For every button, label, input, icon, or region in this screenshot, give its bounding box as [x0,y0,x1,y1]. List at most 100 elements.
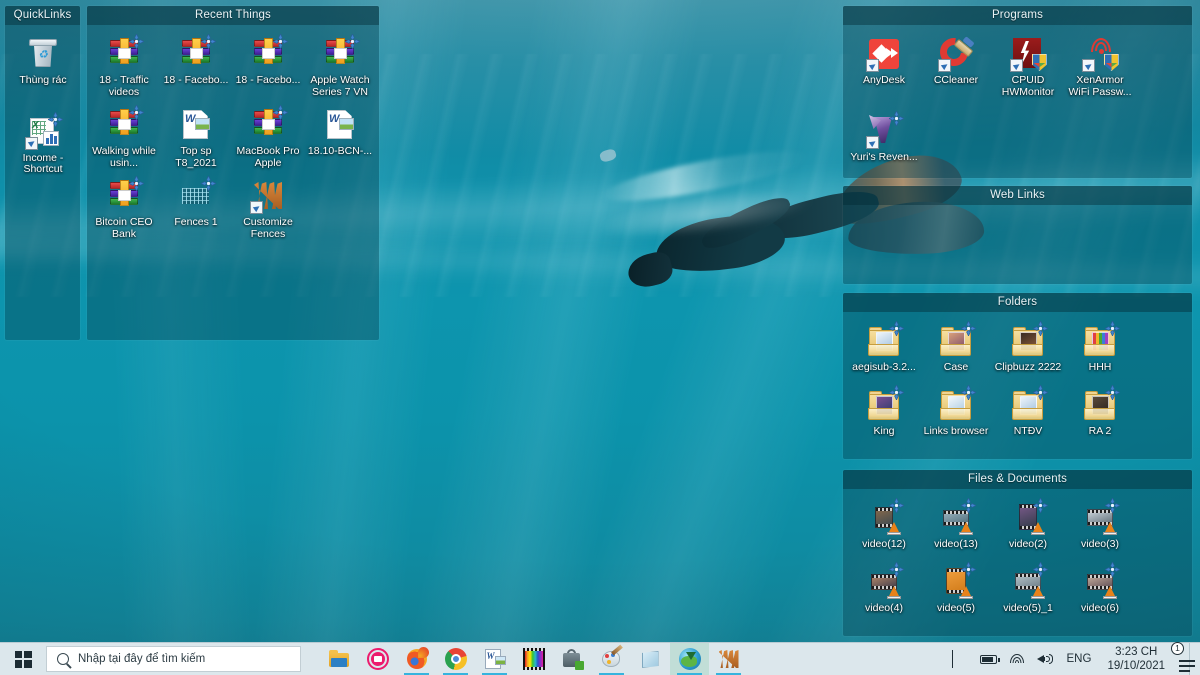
system-tray[interactable]: ENG 3:23 CH 19/10/2021 1 [946,642,1200,675]
tray-overflow-button[interactable] [946,643,974,675]
excel-shortcut-icon: X [25,110,64,150]
desktop-icon-aegisub[interactable]: aegisub-3.2... [848,320,920,380]
desktop-icon-links-browser[interactable]: Links browser [920,383,992,444]
winrar-archive-icon [107,33,145,71]
desktop-icon-walking-while-using[interactable]: Walking while usin... [88,104,160,175]
fences-pin-icon [1032,560,1049,578]
desktop-icon-label: MacBook Pro Apple [236,145,300,169]
desktop-icon-video-13[interactable]: video(13) [920,497,992,557]
fence-title-files-documents[interactable]: Files & Documents [843,470,1192,489]
fence-title-programs[interactable]: Programs [843,6,1192,25]
video-file-icon [939,497,977,535]
winrar-archive-icon [323,33,361,71]
notepad-icon [640,648,662,670]
taskbar-camera-button[interactable] [358,643,397,675]
taskbar-chrome-button[interactable] [436,643,475,675]
desktop-icon-recycle-bin[interactable]: ♻ Thùng rác [7,33,79,93]
desktop-icon-ccleaner[interactable]: CCleaner [920,32,992,104]
desktop-icon-case[interactable]: Case [920,320,992,380]
desktop-icon-label: video(6) [1081,601,1119,614]
taskbar-app-buttons[interactable]: W [319,642,748,675]
desktop-icon-customize-fences[interactable]: Customize Fences [232,175,304,246]
desktop-icon-video-12[interactable]: video(12) [848,497,920,557]
desktop-icon-video-6[interactable]: video(6) [1064,560,1136,621]
taskbar-firefox-button[interactable] [397,643,436,675]
fence-programs[interactable]: Programs AnyDesk CCleaner CPUID HWMonito… [843,6,1192,178]
desktop-icon-cpuid-hwmonitor[interactable]: CPUID HWMonitor [992,33,1064,104]
taskbar-download-manager-button[interactable] [670,642,709,675]
fences-app-shortcut-icon [250,179,285,214]
desktop-icon-anydesk[interactable]: AnyDesk [848,33,920,104]
fence-title-web-links[interactable]: Web Links [843,186,1192,205]
desktop-icon-video-5[interactable]: video(5) [920,560,992,621]
fence-files-documents[interactable]: Files & Documents video(12) video(13) vi… [843,470,1192,636]
desktop-icon-video-3[interactable]: video(3) [1064,497,1136,557]
desktop-icon-hhh[interactable]: HHH [1064,320,1136,380]
taskbar-color-picker-button[interactable] [514,643,553,675]
desktop-icon-label: XenArmor WiFi Passw... [1068,74,1132,98]
desktop-icon-label: CPUID HWMonitor [1001,74,1055,98]
desktop-icon-18-10-bcn[interactable]: W 18.10-BCN-... [304,104,376,175]
start-button[interactable] [0,643,46,675]
fence-title-recent-things[interactable]: Recent Things [87,6,379,25]
fences-pin-icon [888,110,905,127]
taskbar-file-explorer-button[interactable] [319,643,358,675]
desktop-icon-yuris-revenge[interactable]: Yuri's Reven... [848,110,920,170]
folder-icon [1083,383,1121,422]
fence-folders[interactable]: Folders aegisub-3.2... Case Clipbuzz 222… [843,293,1192,459]
taskbar[interactable]: Nhập tại đây để tìm kiếm W ENG 3:23 CH 1… [0,642,1200,675]
taskbar-word-button[interactable]: W [475,643,514,675]
chrome-icon [444,648,467,670]
tray-clock-date: 19/10/2021 [1107,660,1165,672]
fence-recent-things[interactable]: Recent Things 18 - Traffic videos 18 - F… [87,6,379,340]
tray-clock[interactable]: 3:23 CH 19/10/2021 [1099,645,1173,673]
chevron-up-icon [951,650,968,668]
desktop-icon-xenarmor-wifi-password[interactable]: XenArmor WiFi Passw... [1064,33,1136,104]
taskbar-fences-button[interactable] [709,643,748,675]
fence-quicklinks[interactable]: QuickLinks ♻ Thùng rác X Income - Shortc… [5,6,80,340]
desktop-icon-18-traffic-videos[interactable]: 18 - Traffic videos [88,33,160,104]
fence-web-links-body[interactable] [843,205,1192,217]
tray-network-button[interactable] [1003,643,1031,675]
desktop-icon-macbook-pro-apple[interactable]: MacBook Pro Apple [232,104,304,175]
desktop-icon-fences-1[interactable]: Fences 1 [160,175,232,246]
desktop-icon-top-sp-t8-2021[interactable]: W Top sp T8_2021 [160,104,232,175]
desktop-icon-apple-watch-series-7-vn[interactable]: Apple Watch Series 7 VN [304,33,376,104]
tray-battery-button[interactable] [974,643,1003,675]
desktop-icon-video-4[interactable]: video(4) [848,560,920,621]
desktop-icon-label: video(5) [937,601,975,614]
taskbar-paint-button[interactable] [592,643,631,675]
desktop[interactable]: QuickLinks ♻ Thùng rác X Income - Shortc… [0,0,1200,675]
fence-title-quicklinks[interactable]: QuickLinks [5,6,80,25]
desktop-icon-king[interactable]: King [848,383,920,444]
desktop-icon-income-shortcut[interactable]: X Income - Shortcut [7,110,79,182]
desktop-icon-clipbuzz-2222[interactable]: Clipbuzz 2222 [992,320,1064,380]
desktop-icon-video-5-1[interactable]: video(5)_1 [992,560,1064,621]
desktop-icon-video-2[interactable]: video(2) [992,497,1064,557]
desktop-icon-label: CCleaner [933,74,979,86]
desktop-icon-ntdv[interactable]: NTĐV [992,383,1064,444]
search-icon [57,653,69,665]
desktop-icon-bitcoin-ceo-bank[interactable]: Bitcoin CEO Bank [88,175,160,246]
search-input[interactable]: Nhập tại đây để tìm kiếm [46,646,301,672]
fences-pin-icon [344,33,361,50]
fences-pin-icon [1032,383,1049,401]
desktop-icon-ra-2[interactable]: RA 2 [1064,383,1136,444]
fences-pin-icon [1104,320,1121,337]
word-icon: W [484,648,506,670]
fence-web-links[interactable]: Web Links [843,186,1192,284]
desktop-icon-label: Top sp T8_2021 [175,145,217,169]
tray-volume-button[interactable] [1031,643,1059,675]
tray-language-indicator[interactable]: ENG [1059,653,1100,665]
camera-recorder-icon [366,648,389,670]
speaker-icon [1036,653,1053,665]
fence-title-folders[interactable]: Folders [843,293,1192,312]
desktop-icon-18-facebook-b[interactable]: 18 - Facebo... [232,33,304,104]
taskbar-notepad-button[interactable] [631,643,670,675]
taskbar-lock-tool-button[interactable] [553,643,592,675]
fences-pin-icon [888,320,905,337]
show-desktop-button[interactable] [1189,642,1196,675]
desktop-icon-18-facebook-a[interactable]: 18 - Facebo... [160,33,232,104]
desktop-icon-label: Apple Watch Series 7 VN [310,74,370,98]
desktop-icon-label: video(3) [1081,538,1119,550]
